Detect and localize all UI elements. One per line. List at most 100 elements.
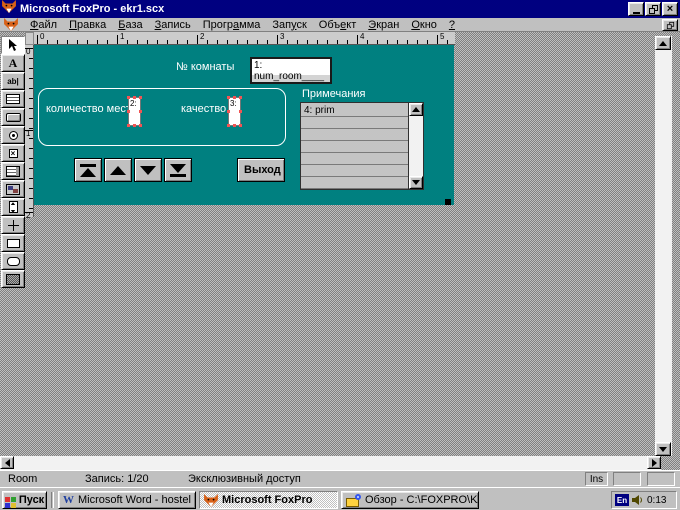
checkbox-icon: × — [9, 149, 18, 158]
selection-handle[interactable] — [139, 110, 142, 113]
menu-item-6[interactable]: Объект — [313, 19, 362, 31]
selection-handle[interactable] — [239, 96, 242, 99]
selection-handle[interactable] — [239, 124, 242, 127]
selection-handle[interactable] — [139, 124, 142, 127]
menu-item-5[interactable]: Запуск — [266, 19, 312, 31]
prev-record-icon — [110, 166, 126, 175]
restore-button[interactable] — [645, 2, 661, 16]
popup-tool-button[interactable] — [1, 180, 25, 198]
field-icon: ab| — [7, 77, 19, 86]
listbox-tool-button[interactable] — [1, 162, 25, 180]
form-controls-toolbar: Aab| × — [1, 36, 27, 288]
popup-icon — [6, 184, 20, 195]
menu-item-3[interactable]: Запись — [149, 19, 197, 31]
spinner-tool-button[interactable] — [1, 198, 25, 216]
rounded-rectangle-tool-button[interactable] — [1, 252, 25, 270]
pushbutton-tool-button[interactable] — [1, 108, 25, 126]
scroll-left-button[interactable] — [0, 456, 14, 469]
scroll-down-button[interactable] — [655, 442, 671, 456]
vertical-scrollbar[interactable] — [655, 36, 672, 456]
line-tool-button[interactable] — [1, 216, 25, 234]
minimize-button[interactable] — [628, 2, 644, 16]
horizontal-scrollbar[interactable] — [0, 456, 661, 470]
ruler-corner — [25, 32, 34, 45]
selection-handle[interactable] — [127, 110, 130, 113]
task-label: Microsoft FoxPro — [222, 494, 312, 506]
notes-scrollbar[interactable] — [408, 103, 423, 189]
selection-handle[interactable] — [233, 96, 236, 99]
status-bar: Room Запись: 1/20 Эксклюзивный доступ In… — [0, 470, 680, 487]
label-tool-button[interactable]: A — [1, 54, 25, 72]
window-title: Microsoft FoxPro - ekr1.scx — [20, 3, 627, 15]
close-icon: × — [667, 4, 673, 14]
selection-handle[interactable] — [139, 96, 142, 99]
seats-label: количество мест — [46, 103, 131, 115]
ins-indicator: Ins — [585, 472, 608, 486]
v-ruler-number: 0 — [26, 47, 30, 56]
field-tool-button[interactable]: ab| — [1, 72, 25, 90]
selection-handle[interactable] — [133, 96, 136, 99]
menu-item-4[interactable]: Программа — [197, 19, 267, 31]
picture-tool-button[interactable] — [1, 270, 25, 288]
explorer-icon — [346, 494, 361, 507]
room-number-field[interactable]: 1: num_room____ — [250, 57, 332, 84]
language-indicator[interactable]: En — [615, 494, 629, 506]
volume-icon[interactable] — [632, 495, 644, 506]
notes-scroll-down-button[interactable] — [409, 176, 423, 189]
form-resize-handle[interactable] — [445, 199, 451, 205]
screen-design-canvas[interactable]: № комнаты 1: num_room____ количество мес… — [34, 45, 454, 205]
start-button-label: Пуск — [19, 494, 44, 506]
mdi-restore-button[interactable] — [662, 19, 678, 31]
notes-scroll-up-button[interactable] — [409, 103, 423, 116]
exit-button[interactable]: Выход — [237, 158, 285, 182]
menu-item-9[interactable]: ? — [443, 19, 461, 31]
selection-handle[interactable] — [227, 96, 230, 99]
selection-handle[interactable] — [239, 110, 242, 113]
nav-next-record-button[interactable] — [134, 158, 162, 182]
menu-item-1[interactable]: Правка — [63, 19, 112, 31]
start-button[interactable]: Пуск — [2, 491, 47, 509]
word-icon: W — [63, 494, 74, 506]
nav-prev-record-button[interactable] — [104, 158, 132, 182]
document-fox-icon — [4, 18, 18, 31]
editbox-tool-button[interactable] — [1, 90, 25, 108]
selection-handle[interactable] — [127, 124, 130, 127]
nav-first-record-button[interactable] — [74, 158, 102, 182]
nav-last-record-button[interactable] — [164, 158, 192, 182]
pointer-tool-button[interactable] — [1, 36, 25, 54]
scroll-right-button[interactable] — [647, 456, 661, 469]
menu-item-0[interactable]: Файл — [24, 19, 63, 31]
menu-item-8[interactable]: Окно — [405, 19, 443, 31]
quality-spinner-field[interactable]: 3: — [228, 97, 241, 126]
rectangle-tool-button[interactable] — [1, 234, 25, 252]
scroll-up-button[interactable] — [655, 36, 671, 50]
radiobutton-tool-button[interactable] — [1, 126, 25, 144]
taskbar: Пуск W Microsoft Word - hostel Microsoft F… — [0, 487, 680, 510]
access-mode: Эксклюзивный доступ — [188, 473, 301, 485]
line-icon — [8, 220, 19, 231]
selection-handle[interactable] — [227, 124, 230, 127]
selection-handle[interactable] — [133, 124, 136, 127]
checkbox-tool-button[interactable]: × — [1, 144, 25, 162]
restore-icon — [649, 5, 658, 14]
selection-handle[interactable] — [233, 124, 236, 127]
seats-spinner-field[interactable]: 2: — [128, 97, 141, 126]
taskbar-task-1[interactable]: Microsoft FoxPro — [199, 491, 338, 509]
v-ruler-number: 2 — [26, 211, 30, 220]
notes-edit-region[interactable]: 4: prim — [300, 102, 424, 190]
menu-item-2[interactable]: База — [112, 19, 148, 31]
v-ruler-number: 1 — [26, 129, 30, 138]
selection-handle[interactable] — [227, 110, 230, 113]
menu-item-7[interactable]: Экран — [362, 19, 405, 31]
listbox-icon — [6, 166, 20, 177]
horizontal-ruler: 012345 — [34, 32, 455, 45]
taskbar-task-0[interactable]: W Microsoft Word - hostel — [58, 491, 196, 509]
taskbar-task-2[interactable]: Обзор - C:\FOXPRO\KAD... — [341, 491, 479, 509]
task-label: Обзор - C:\FOXPRO\KAD... — [365, 494, 479, 506]
task-label: Microsoft Word - hostel — [78, 494, 191, 506]
selection-handle[interactable] — [127, 96, 130, 99]
pointer-icon — [8, 39, 18, 52]
notes-field-text: 4: prim — [304, 105, 335, 116]
close-button[interactable]: × — [662, 2, 678, 16]
room-number-label: № комнаты — [176, 61, 234, 73]
